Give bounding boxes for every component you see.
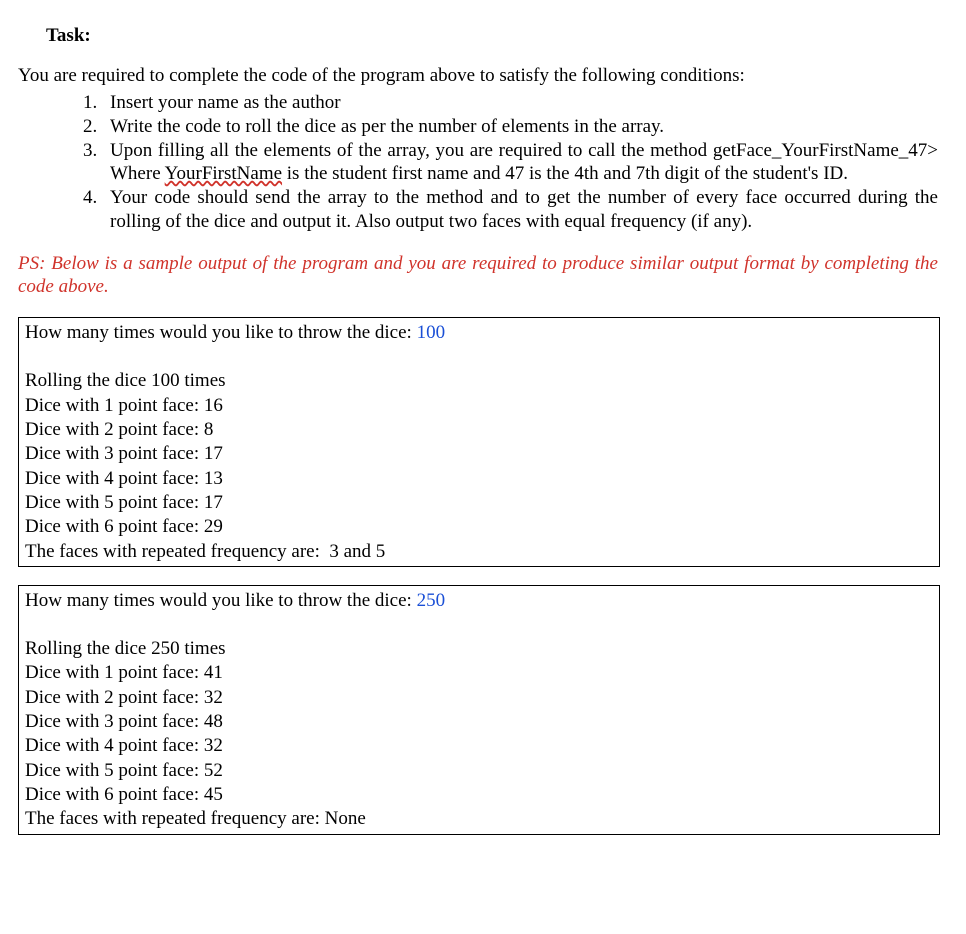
output-user-input: 250: [417, 590, 446, 611]
output-face-2: Dice with 2 point face: 8: [25, 418, 933, 442]
output-prompt-line: How many times would you like to throw t…: [25, 589, 933, 613]
output-blank-line: [25, 345, 933, 369]
output-prompt: How many times would you like to throw t…: [25, 590, 417, 611]
output-face-3: Dice with 3 point face: 17: [25, 442, 933, 466]
output-face-2: Dice with 2 point face: 32: [25, 686, 933, 710]
output-face-6: Dice with 6 point face: 29: [25, 515, 933, 539]
intro-text: You are required to complete the code of…: [18, 65, 948, 87]
sample-output-2: How many times would you like to throw t…: [18, 585, 940, 835]
output-face-5: Dice with 5 point face: 52: [25, 759, 933, 783]
output-user-input: 100: [417, 322, 446, 343]
output-prompt: How many times would you like to throw t…: [25, 322, 417, 343]
output-face-1: Dice with 1 point face: 41: [25, 661, 933, 685]
ps-note: PS: Below is a sample output of the prog…: [18, 252, 938, 300]
output-face-6: Dice with 6 point face: 45: [25, 783, 933, 807]
condition-item-2: Write the code to roll the dice as per t…: [102, 115, 938, 139]
output-rolling: Rolling the dice 250 times: [25, 637, 933, 661]
output-face-3: Dice with 3 point face: 48: [25, 710, 933, 734]
condition-3-wavy: YourFirstName: [165, 163, 282, 184]
output-face-1: Dice with 1 point face: 16: [25, 394, 933, 418]
output-face-5: Dice with 5 point face: 17: [25, 491, 933, 515]
condition-item-1: Insert your name as the author: [102, 91, 938, 115]
conditions-list: Insert your name as the author Write the…: [68, 91, 948, 234]
sample-output-1: How many times would you like to throw t…: [18, 317, 940, 567]
condition-3-part-b: is the student first name and 47 is the …: [282, 163, 848, 184]
output-rolling: Rolling the dice 100 times: [25, 369, 933, 393]
output-face-4: Dice with 4 point face: 32: [25, 734, 933, 758]
output-blank-line: [25, 613, 933, 637]
output-repeated: The faces with repeated frequency are: 3…: [25, 540, 933, 564]
task-heading: Task:: [46, 25, 948, 47]
output-face-4: Dice with 4 point face: 13: [25, 467, 933, 491]
condition-item-3: Upon filling all the elements of the arr…: [102, 139, 938, 187]
condition-item-4: Your code should send the array to the m…: [102, 186, 938, 234]
output-repeated: The faces with repeated frequency are: N…: [25, 807, 933, 831]
output-prompt-line: How many times would you like to throw t…: [25, 321, 933, 345]
